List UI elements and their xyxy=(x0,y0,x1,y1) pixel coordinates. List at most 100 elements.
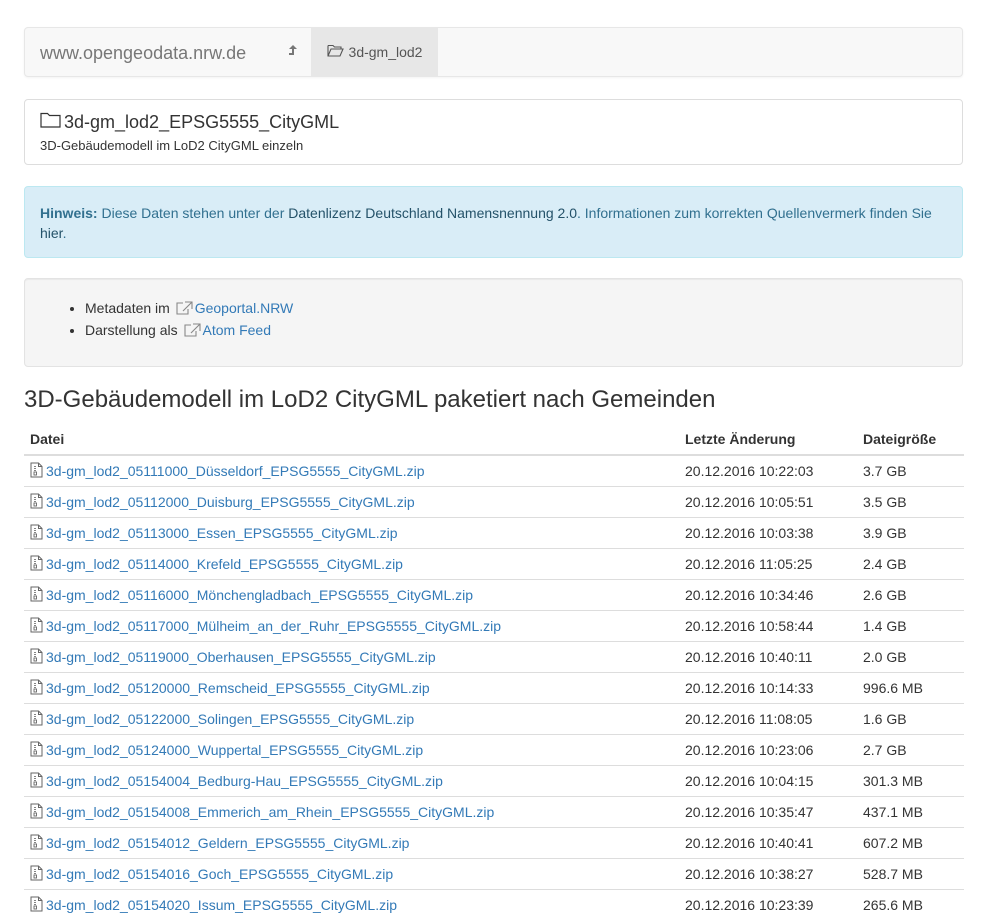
metadata-item-label: Metadaten im xyxy=(85,300,174,316)
file-download-link[interactable]: 3d-gm_lod2_05116000_Mönchengladbach_EPSG… xyxy=(30,586,673,605)
column-header-size[interactable]: Dateigröße xyxy=(857,424,964,455)
file-cell: 3d-gm_lod2_05154008_Emmerich_am_Rhein_EP… xyxy=(24,797,679,828)
file-zip-icon xyxy=(30,896,43,915)
file-cell: 3d-gm_lod2_05154012_Geldern_EPSG5555_Cit… xyxy=(24,828,679,859)
modified-cell: 20.12.2016 10:34:46 xyxy=(679,580,857,611)
file-name: 3d-gm_lod2_05154008_Emmerich_am_Rhein_EP… xyxy=(46,804,494,820)
file-download-link[interactable]: 3d-gm_lod2_05117000_Mülheim_an_der_Ruhr_… xyxy=(30,617,673,636)
size-cell: 2.7 GB xyxy=(857,735,964,766)
file-name: 3d-gm_lod2_05124000_Wuppertal_EPSG5555_C… xyxy=(46,742,423,758)
nav-current-folder[interactable]: 3d-gm_lod2 xyxy=(311,28,438,76)
column-header-file[interactable]: Datei xyxy=(24,424,679,455)
table-row: 3d-gm_lod2_05154016_Goch_EPSG5555_CityGM… xyxy=(24,859,964,890)
table-row: 3d-gm_lod2_05154020_Issum_EPSG5555_CityG… xyxy=(24,890,964,920)
file-download-link[interactable]: 3d-gm_lod2_05154012_Geldern_EPSG5555_Cit… xyxy=(30,834,673,853)
metadata-item-geoportal: Metadaten im Geoportal.NRW xyxy=(85,298,293,320)
file-name: 3d-gm_lod2_05114000_Krefeld_EPSG5555_Cit… xyxy=(46,556,403,572)
nav-current-folder-label: 3d-gm_lod2 xyxy=(349,44,423,60)
file-download-link[interactable]: 3d-gm_lod2_05154016_Goch_EPSG5555_CityGM… xyxy=(30,865,673,884)
table-row: 3d-gm_lod2_05113000_Essen_EPSG5555_CityG… xyxy=(24,518,964,549)
file-zip-icon xyxy=(30,617,43,636)
table-header-row: Datei Letzte Änderung Dateigröße xyxy=(24,424,964,455)
table-row: 3d-gm_lod2_05154012_Geldern_EPSG5555_Cit… xyxy=(24,828,964,859)
file-zip-icon xyxy=(30,524,43,543)
navbar: www.opengeodata.nrw.de 3d-gm_lod2 xyxy=(24,27,963,77)
file-download-link[interactable]: 3d-gm_lod2_05114000_Krefeld_EPSG5555_Cit… xyxy=(30,555,673,574)
modified-cell: 20.12.2016 10:05:51 xyxy=(679,487,857,518)
dataset-description: 3D-Gebäudemodell im LoD2 CityGML einzeln xyxy=(40,138,303,153)
size-cell: 1.6 GB xyxy=(857,704,964,735)
file-cell: 3d-gm_lod2_05114000_Krefeld_EPSG5555_Cit… xyxy=(24,549,679,580)
notice-end: . xyxy=(63,225,67,241)
size-cell: 3.7 GB xyxy=(857,455,964,487)
modified-cell: 20.12.2016 10:40:11 xyxy=(679,642,857,673)
file-cell: 3d-gm_lod2_05112000_Duisburg_EPSG5555_Ci… xyxy=(24,487,679,518)
file-download-link[interactable]: 3d-gm_lod2_05111000_Düsseldorf_EPSG5555_… xyxy=(30,462,673,481)
notice-label: Hinweis: xyxy=(40,205,98,221)
file-zip-icon xyxy=(30,555,43,574)
file-download-link[interactable]: 3d-gm_lod2_05119000_Oberhausen_EPSG5555_… xyxy=(30,648,673,667)
table-row: 3d-gm_lod2_05111000_Düsseldorf_EPSG5555_… xyxy=(24,455,964,487)
modified-cell: 20.12.2016 10:03:38 xyxy=(679,518,857,549)
file-cell: 3d-gm_lod2_05111000_Düsseldorf_EPSG5555_… xyxy=(24,455,679,487)
metadata-item-atom: Darstellung als Atom Feed xyxy=(85,320,293,342)
column-header-modified[interactable]: Letzte Änderung xyxy=(679,424,857,455)
file-zip-icon xyxy=(30,586,43,605)
file-name: 3d-gm_lod2_05154004_Bedburg-Hau_EPSG5555… xyxy=(46,773,443,789)
attribution-here-link[interactable]: hier xyxy=(40,225,63,241)
folder-open-icon xyxy=(327,44,344,60)
file-table-body: 3d-gm_lod2_05111000_Düsseldorf_EPSG5555_… xyxy=(24,455,964,920)
file-download-link[interactable]: 3d-gm_lod2_05122000_Solingen_EPSG5555_Ci… xyxy=(30,710,673,729)
file-download-link[interactable]: 3d-gm_lod2_05120000_Remscheid_EPSG5555_C… xyxy=(30,679,673,698)
geoportal-link[interactable]: Geoportal.NRW xyxy=(195,300,294,316)
file-cell: 3d-gm_lod2_05119000_Oberhausen_EPSG5555_… xyxy=(24,642,679,673)
file-name: 3d-gm_lod2_05120000_Remscheid_EPSG5555_C… xyxy=(46,680,430,696)
file-cell: 3d-gm_lod2_05120000_Remscheid_EPSG5555_C… xyxy=(24,673,679,704)
dataset-title: 3d-gm_lod2_EPSG5555_CityGML xyxy=(40,112,339,133)
file-download-link[interactable]: 3d-gm_lod2_05154004_Bedburg-Hau_EPSG5555… xyxy=(30,772,673,791)
size-cell: 2.0 GB xyxy=(857,642,964,673)
file-download-link[interactable]: 3d-gm_lod2_05154008_Emmerich_am_Rhein_EP… xyxy=(30,803,673,822)
section-title: 3D-Gebäudemodell im LoD2 CityGML paketie… xyxy=(24,386,715,414)
modified-cell: 20.12.2016 10:23:39 xyxy=(679,890,857,920)
size-cell: 3.5 GB xyxy=(857,487,964,518)
file-cell: 3d-gm_lod2_05154016_Goch_EPSG5555_CityGM… xyxy=(24,859,679,890)
modified-cell: 20.12.2016 10:22:03 xyxy=(679,455,857,487)
external-link-icon xyxy=(176,300,193,320)
file-name: 3d-gm_lod2_05154020_Issum_EPSG5555_CityG… xyxy=(46,897,397,913)
file-download-link[interactable]: 3d-gm_lod2_05113000_Essen_EPSG5555_CityG… xyxy=(30,524,673,543)
file-zip-icon xyxy=(30,679,43,698)
file-zip-icon xyxy=(30,648,43,667)
file-zip-icon xyxy=(30,834,43,853)
external-link-icon xyxy=(184,322,201,342)
file-cell: 3d-gm_lod2_05154004_Bedburg-Hau_EPSG5555… xyxy=(24,766,679,797)
table-row: 3d-gm_lod2_05122000_Solingen_EPSG5555_Ci… xyxy=(24,704,964,735)
brand-link[interactable]: www.opengeodata.nrw.de xyxy=(40,28,246,78)
table-row: 3d-gm_lod2_05154008_Emmerich_am_Rhein_EP… xyxy=(24,797,964,828)
file-name: 3d-gm_lod2_05113000_Essen_EPSG5555_CityG… xyxy=(46,525,398,541)
file-name: 3d-gm_lod2_05111000_Düsseldorf_EPSG5555_… xyxy=(46,463,425,479)
file-zip-icon xyxy=(30,462,43,481)
size-cell: 528.7 MB xyxy=(857,859,964,890)
file-zip-icon xyxy=(30,772,43,791)
modified-cell: 20.12.2016 11:08:05 xyxy=(679,704,857,735)
file-download-link[interactable]: 3d-gm_lod2_05124000_Wuppertal_EPSG5555_C… xyxy=(30,741,673,760)
file-name: 3d-gm_lod2_05119000_Oberhausen_EPSG5555_… xyxy=(46,649,436,665)
table-row: 3d-gm_lod2_05117000_Mülheim_an_der_Ruhr_… xyxy=(24,611,964,642)
up-button[interactable] xyxy=(280,28,305,78)
size-cell: 996.6 MB xyxy=(857,673,964,704)
table-row: 3d-gm_lod2_05114000_Krefeld_EPSG5555_Cit… xyxy=(24,549,964,580)
file-zip-icon xyxy=(30,493,43,512)
atom-feed-link[interactable]: Atom Feed xyxy=(203,322,271,338)
folder-icon xyxy=(40,112,61,133)
modified-cell: 20.12.2016 10:58:44 xyxy=(679,611,857,642)
license-link[interactable]: Datenlizenz Deutschland Namensnennung 2.… xyxy=(288,205,577,221)
file-cell: 3d-gm_lod2_05113000_Essen_EPSG5555_CityG… xyxy=(24,518,679,549)
table-row: 3d-gm_lod2_05124000_Wuppertal_EPSG5555_C… xyxy=(24,735,964,766)
modified-cell: 20.12.2016 10:35:47 xyxy=(679,797,857,828)
file-name: 3d-gm_lod2_05154012_Geldern_EPSG5555_Cit… xyxy=(46,835,409,851)
notice-text-1: Diese Daten stehen unter der xyxy=(98,205,289,221)
file-download-link[interactable]: 3d-gm_lod2_05112000_Duisburg_EPSG5555_Ci… xyxy=(30,493,673,512)
file-zip-icon xyxy=(30,803,43,822)
file-download-link[interactable]: 3d-gm_lod2_05154020_Issum_EPSG5555_CityG… xyxy=(30,896,673,915)
